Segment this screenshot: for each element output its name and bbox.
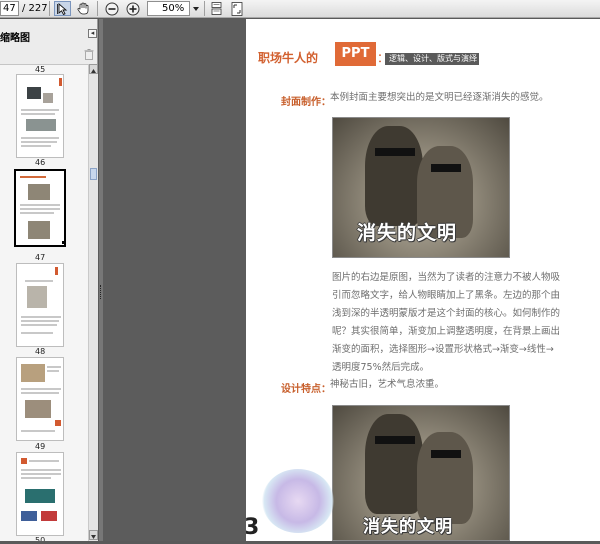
thumbnail-label: 46 [35, 158, 46, 167]
body-line: 图片的右边是原图，当然为了读者的注意力不被人物吸 [332, 272, 561, 283]
body-line: 呢？其实很简单，渐变加上调整透明度，在背景上画出 [332, 326, 561, 337]
panel-title: 缩略图 [0, 33, 30, 44]
single-page-icon[interactable] [208, 1, 225, 16]
thumbnail-label: 45 [35, 65, 46, 74]
thumbnail-label: 47 [35, 253, 46, 262]
zoom-in-icon[interactable] [124, 1, 141, 16]
header-title: 职场牛人的 [258, 51, 319, 65]
panel-splitter[interactable] [99, 19, 103, 541]
body-line: 浅到深的半透明蒙版才是这个封面的核心。如何制作的 [332, 308, 561, 319]
toolbar-divider [97, 1, 98, 16]
thumbnail-page-47[interactable] [16, 263, 64, 347]
header-ppt-badge: PPT [335, 42, 376, 66]
splitter-grip[interactable] [100, 285, 102, 299]
cover-image: 消失的文明 [332, 117, 510, 258]
toolbar: 47 / 227 50% [0, 0, 600, 18]
cover-image-second: 消失的文明 [332, 405, 510, 541]
body-line: 渐变的面积，选择图形→设置形状格式→渐变→线性→ [332, 344, 554, 355]
body-line: 引而忽略文字，给人物眼睛加上了黑条。左边的那个由 [332, 290, 561, 301]
section-label-design: 设计特点： [281, 384, 331, 395]
section-label-cover: 封面制作： [281, 97, 331, 108]
thumbnail-page-46[interactable] [14, 169, 66, 247]
thumbnail-scrollbar[interactable] [88, 64, 98, 541]
scroll-up-arrow-icon[interactable] [89, 64, 98, 74]
thumbnail-page-49[interactable] [16, 452, 64, 536]
thumbnail-label: 50 [35, 536, 46, 541]
page-number-input[interactable]: 47 [0, 1, 19, 16]
thumbnail-label: 49 [35, 442, 46, 451]
zoom-out-icon[interactable] [103, 1, 120, 16]
thumbnail-page-48[interactable] [16, 357, 64, 441]
thumbnail-list[interactable]: 45 46 47 48 49 50 [0, 64, 88, 541]
toolbar-divider [49, 1, 50, 16]
image-caption: 消失的文明 [357, 222, 458, 244]
header-subtitle: 逻辑、设计、版式与演绎 [385, 53, 479, 65]
page-header: 职场牛人的 PPT ： 逻辑、设计、版式与演绎 [258, 42, 479, 66]
section-text-design: 神秘古旧，艺术气息浓重。 [330, 379, 445, 390]
image-caption: 消失的文明 [363, 517, 453, 537]
page-total-label: / 227 [22, 3, 48, 14]
body-line: 透明度75%然后完成。 [332, 362, 430, 373]
scroll-down-arrow-icon[interactable] [89, 530, 98, 540]
thumbnail-label: 48 [35, 347, 46, 356]
fit-page-icon[interactable] [228, 1, 245, 16]
zoom-dropdown-icon[interactable] [192, 2, 200, 15]
hand-icon[interactable] [74, 1, 91, 16]
page-number: 3 [246, 515, 260, 540]
select-cursor-icon[interactable] [54, 1, 71, 16]
collapse-panel-button[interactable]: ◂ [88, 29, 97, 38]
scrollbar-thumb[interactable] [90, 168, 97, 180]
document-page: 职场牛人的 PPT ： 逻辑、设计、版式与演绎 封面制作： 本例封面主要想突出的… [246, 19, 600, 541]
thumbnail-page-45[interactable] [16, 74, 64, 158]
toolbar-divider [204, 1, 205, 16]
zoom-level-field[interactable]: 50% [147, 1, 190, 16]
decorative-watermark [262, 469, 334, 533]
section-text-cover: 本例封面主要想突出的是文明已经逐渐消失的感觉。 [330, 92, 549, 103]
thumbnails-panel: 缩略图 ◂ 45 46 47 48 49 50 [0, 19, 98, 541]
trash-icon[interactable] [84, 49, 94, 63]
thumbnails-panel-header: 缩略图 ◂ [0, 23, 98, 44]
